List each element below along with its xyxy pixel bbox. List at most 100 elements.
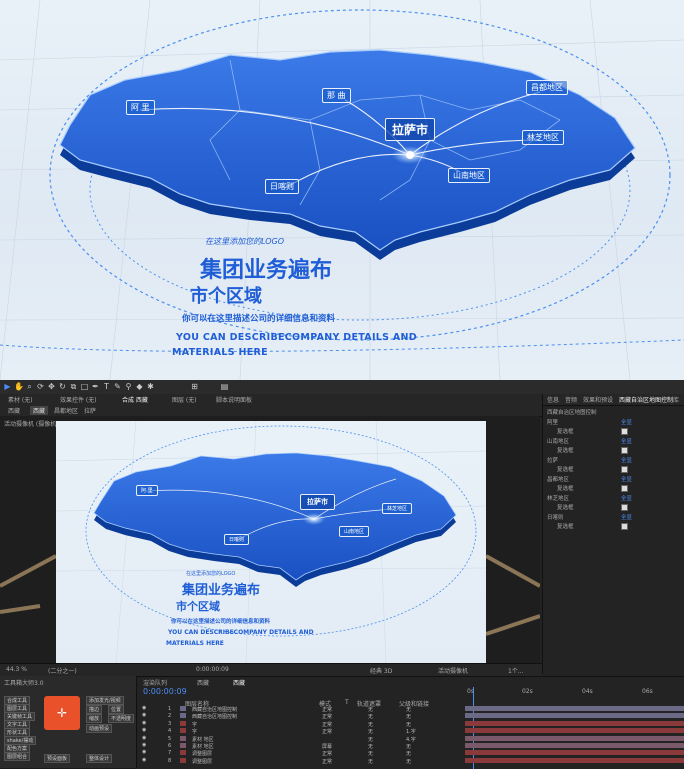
region-lhasa-value[interactable]: 全显 [621,456,632,464]
layer-duration-bar[interactable] [465,728,684,734]
composition-frame[interactable]: 阿 里 拉萨市 林芝地区 山南地区 日喀则 在这里添加您的LOGO 集团业务遍布… [56,421,486,663]
layer-duration-bar[interactable] [465,757,684,763]
tab-render-queue[interactable]: 渲染队列 [143,678,167,687]
region-rikaze-value[interactable]: 全显 [621,513,632,521]
region-lhasa-row[interactable]: 拉萨 [547,456,558,464]
align-icon[interactable]: ▤ [220,382,229,391]
plugin-button[interactable]: 不透明度 [108,714,135,723]
tab-layer[interactable]: 图层 (无) [172,395,197,404]
plugin-button[interactable]: 预设面板 [44,754,71,763]
tab-map-control[interactable]: 西藏自治区地图控制 [619,395,673,404]
zoom-dropdown[interactable]: 44.3 % [6,666,27,673]
region-changdu-row[interactable]: 昌都地区 [547,475,569,483]
tab-effects-presets[interactable]: 效果和预设 [583,395,613,404]
region-ali-value[interactable]: 全显 [621,418,632,426]
visibility-eye-icon[interactable]: ◉ [142,749,146,755]
layer-duration-bar[interactable] [465,750,684,756]
region-shannan-value[interactable]: 全显 [621,437,632,445]
layer-label-color[interactable] [180,728,186,734]
timeline-timecode[interactable]: 0:00:00:09 [143,687,187,696]
timeline-layer-row[interactable]: 1 西藏自治区地图控制 正常 无 无 ◉ [140,705,684,713]
timeline-layer-row[interactable]: 5 素材 地区 无 4.字 ◉ [140,735,684,743]
plugin-button[interactable]: 整体设计 [86,754,113,763]
visibility-eye-icon[interactable]: ◉ [142,705,146,711]
rotate-tool-icon[interactable]: ↻ [58,382,67,391]
camera-tool-icon[interactable]: ⧉ [69,382,78,391]
composition-viewer[interactable]: 活动摄像机 (摄像机1) 阿 里 拉萨市 林芝地区 山南地区 日喀则 在这里添加… [0,416,540,663]
visibility-eye-icon[interactable]: ◉ [142,742,146,748]
tab-audio[interactable]: 音频 [565,395,577,404]
layer-label-color[interactable] [180,757,186,763]
layer-duration-bar[interactable] [465,706,684,711]
checkbox[interactable] [621,485,628,492]
region-rikaze-row[interactable]: 日喀则 [547,513,564,521]
eraser-tool-icon[interactable]: ◆ [135,382,144,391]
checkbox[interactable] [621,428,628,435]
region-linzhi-row[interactable]: 林芝地区 [547,494,569,502]
tab-composition[interactable]: 合成 西藏 [122,395,148,404]
visibility-eye-icon[interactable]: ◉ [142,757,146,763]
visibility-eye-icon[interactable]: ◉ [142,727,146,733]
checkbox[interactable] [621,504,628,511]
renderer-dropdown[interactable]: 经典 3D [370,666,392,675]
layer-label-color[interactable] [180,706,186,711]
orbit-tool-icon[interactable]: ⟳ [36,382,45,391]
tab-effects[interactable]: 效果控件 (无) [60,395,97,404]
timeline-layer-row[interactable]: 6 素材 地区 屏幕 无 无 ◉ [140,742,684,750]
tab-footage[interactable]: 素材 (无) [8,395,33,404]
timeline-layer-row[interactable]: 2 西藏自治区地图控制 正常 无 无 ◉ [140,712,684,720]
breadcrumb-item[interactable]: 西藏 [8,406,20,415]
layer-duration-bar[interactable] [465,713,684,719]
layer-label-color[interactable] [180,750,186,756]
layer-label-color[interactable] [180,720,186,726]
timeline-layer-row[interactable]: 8 调整图层 正常 无 无 ◉ [140,757,684,765]
pen-tool-icon[interactable]: ✒ [91,382,100,391]
layer-label-color[interactable] [180,713,186,719]
snap-icon[interactable]: ⊞ [190,382,199,391]
layer-duration-bar[interactable] [465,735,684,741]
views-dropdown[interactable]: 1个... [508,666,524,675]
viewer-timecode[interactable]: 0:00:00:09 [196,666,229,673]
region-ali-row[interactable]: 阿里 [547,418,558,426]
region-linzhi-value[interactable]: 全显 [621,494,632,502]
timeline-layer-row[interactable]: 3 字 正常 无 无 ◉ [140,720,684,728]
rectangle-tool-icon[interactable]: □ [80,382,89,391]
brush-tool-icon[interactable]: ✎ [113,382,122,391]
checkbox[interactable] [621,447,628,454]
tab-library[interactable]: 库 [673,395,679,404]
timeline-layer-row[interactable]: 4 字 正常 无 1.字 ◉ [140,727,684,735]
plugin-button[interactable]: 缩放 [86,714,103,723]
move-tool-icon[interactable]: ✥ [47,382,56,391]
region-shannan-row[interactable]: 山南地区 [547,437,569,445]
plugin-button[interactable]: 图层组合 [4,752,31,761]
plugin-button[interactable]: 描边 [86,705,103,714]
checkbox[interactable] [621,523,628,530]
clone-tool-icon[interactable]: ⚲ [124,382,133,391]
plugin-button[interactable]: 动画预设 [86,724,113,733]
layer-duration-bar[interactable] [465,720,684,726]
layer-duration-bar[interactable] [465,743,684,748]
selection-tool-icon[interactable]: ▶ [3,382,12,391]
hand-tool-icon[interactable]: ✋ [14,382,24,391]
zoom-tool-icon[interactable]: ⌕ [25,382,34,391]
text-tool-icon[interactable]: T [102,382,111,391]
plugin-button[interactable]: 添加发光/视频 [86,696,124,705]
visibility-eye-icon[interactable]: ◉ [142,720,146,726]
tab-timeline-comp[interactable]: 西藏 [197,678,209,687]
breadcrumb-item[interactable]: 拉萨 [84,406,96,415]
anchor-grid[interactable]: ✛ [44,696,80,730]
visibility-eye-icon[interactable]: ◉ [142,735,146,741]
checkbox[interactable] [621,466,628,473]
visibility-eye-icon[interactable]: ◉ [142,712,146,718]
breadcrumb-item[interactable]: 昌都地区 [54,406,78,415]
timeline-layer-row[interactable]: 7 调整图层 正常 无 无 ◉ [140,749,684,757]
breadcrumb-item[interactable]: 西藏 [30,406,49,415]
camera-dropdown[interactable]: 活动摄像机 [438,666,468,675]
tab-timeline-comp-active[interactable]: 西藏 [233,678,245,687]
puppet-tool-icon[interactable]: ✱ [146,382,155,391]
plugin-button[interactable]: 位置 [108,705,125,714]
tab-script-panel[interactable]: 脚本说明面板 [216,395,252,404]
resolution-dropdown[interactable]: (二分之一) [48,666,77,675]
layer-label-color[interactable] [180,743,186,748]
tab-info[interactable]: 信息 [547,395,559,404]
